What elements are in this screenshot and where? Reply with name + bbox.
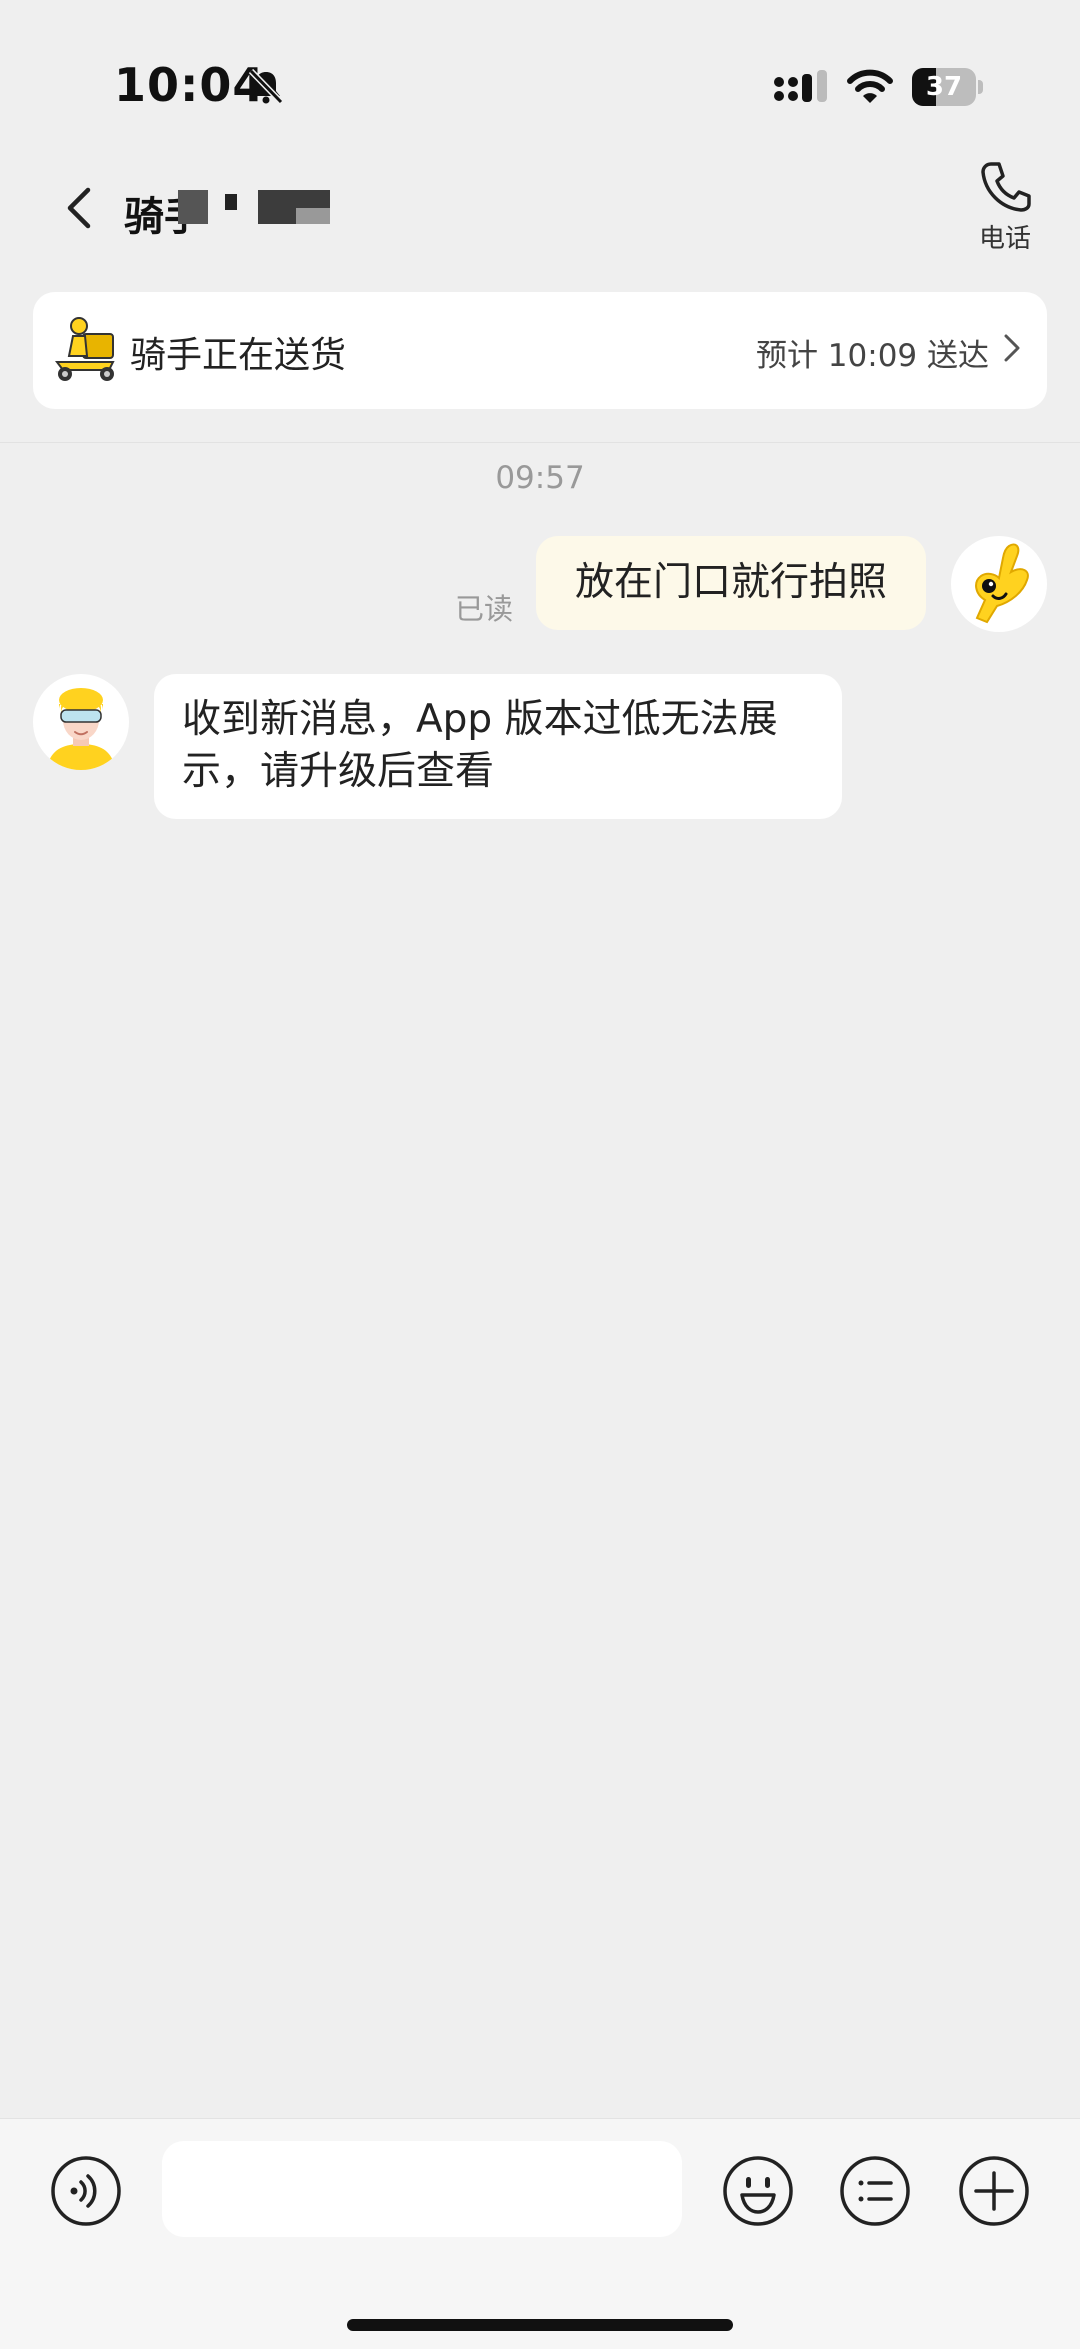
redacted-name <box>225 194 237 210</box>
redacted-name <box>296 208 330 224</box>
phone-label: 电话 <box>978 224 1031 254</box>
battery-icon: 37 <box>912 68 984 106</box>
voice-icon <box>51 2156 121 2226</box>
rider-avatar[interactable] <box>33 674 129 770</box>
message-timestamp: 09:57 <box>495 460 585 496</box>
delivery-status-card[interactable]: 骑手正在送货 预计 10:09 送达 <box>33 292 1047 409</box>
quick-reply-button[interactable] <box>839 2155 911 2227</box>
scooter-icon <box>55 317 115 381</box>
status-time: 10:04 <box>114 58 266 112</box>
incoming-message-bubble[interactable]: 收到新消息，App 版本过低无法展示，请升级后查看 <box>154 674 842 819</box>
back-icon <box>67 187 91 229</box>
emoji-icon <box>723 2156 793 2226</box>
read-receipt: 已读 <box>455 592 514 626</box>
delivery-status-text: 骑手正在送货 <box>130 335 347 376</box>
voice-input-button[interactable] <box>50 2155 122 2227</box>
phone-call-button[interactable]: 电话 <box>960 158 1050 254</box>
chat-input-bar <box>0 2118 1080 2349</box>
home-indicator <box>347 2319 733 2331</box>
quick-reply-icon <box>840 2156 910 2226</box>
emoji-button[interactable] <box>722 2155 794 2227</box>
delivery-eta: 预计 10:09 送达 <box>755 338 989 374</box>
battery-percent: 37 <box>925 72 963 102</box>
outgoing-message-bubble[interactable]: 放在门口就行拍照 <box>536 536 926 630</box>
redacted-name <box>178 190 208 224</box>
user-avatar[interactable] <box>951 536 1047 632</box>
more-options-button[interactable] <box>958 2155 1030 2227</box>
signal-icon <box>774 70 827 102</box>
kangaroo-mascot-icon <box>975 543 1029 624</box>
plus-icon <box>959 2156 1029 2226</box>
rider-avatar-icon <box>47 688 115 770</box>
message-input[interactable] <box>162 2141 682 2237</box>
bell-off-icon <box>248 68 284 105</box>
wifi-icon <box>847 69 893 103</box>
chevron-right-icon <box>1004 334 1020 362</box>
back-button[interactable] <box>50 180 106 236</box>
header-divider <box>0 442 1080 443</box>
phone-icon <box>981 162 1031 212</box>
